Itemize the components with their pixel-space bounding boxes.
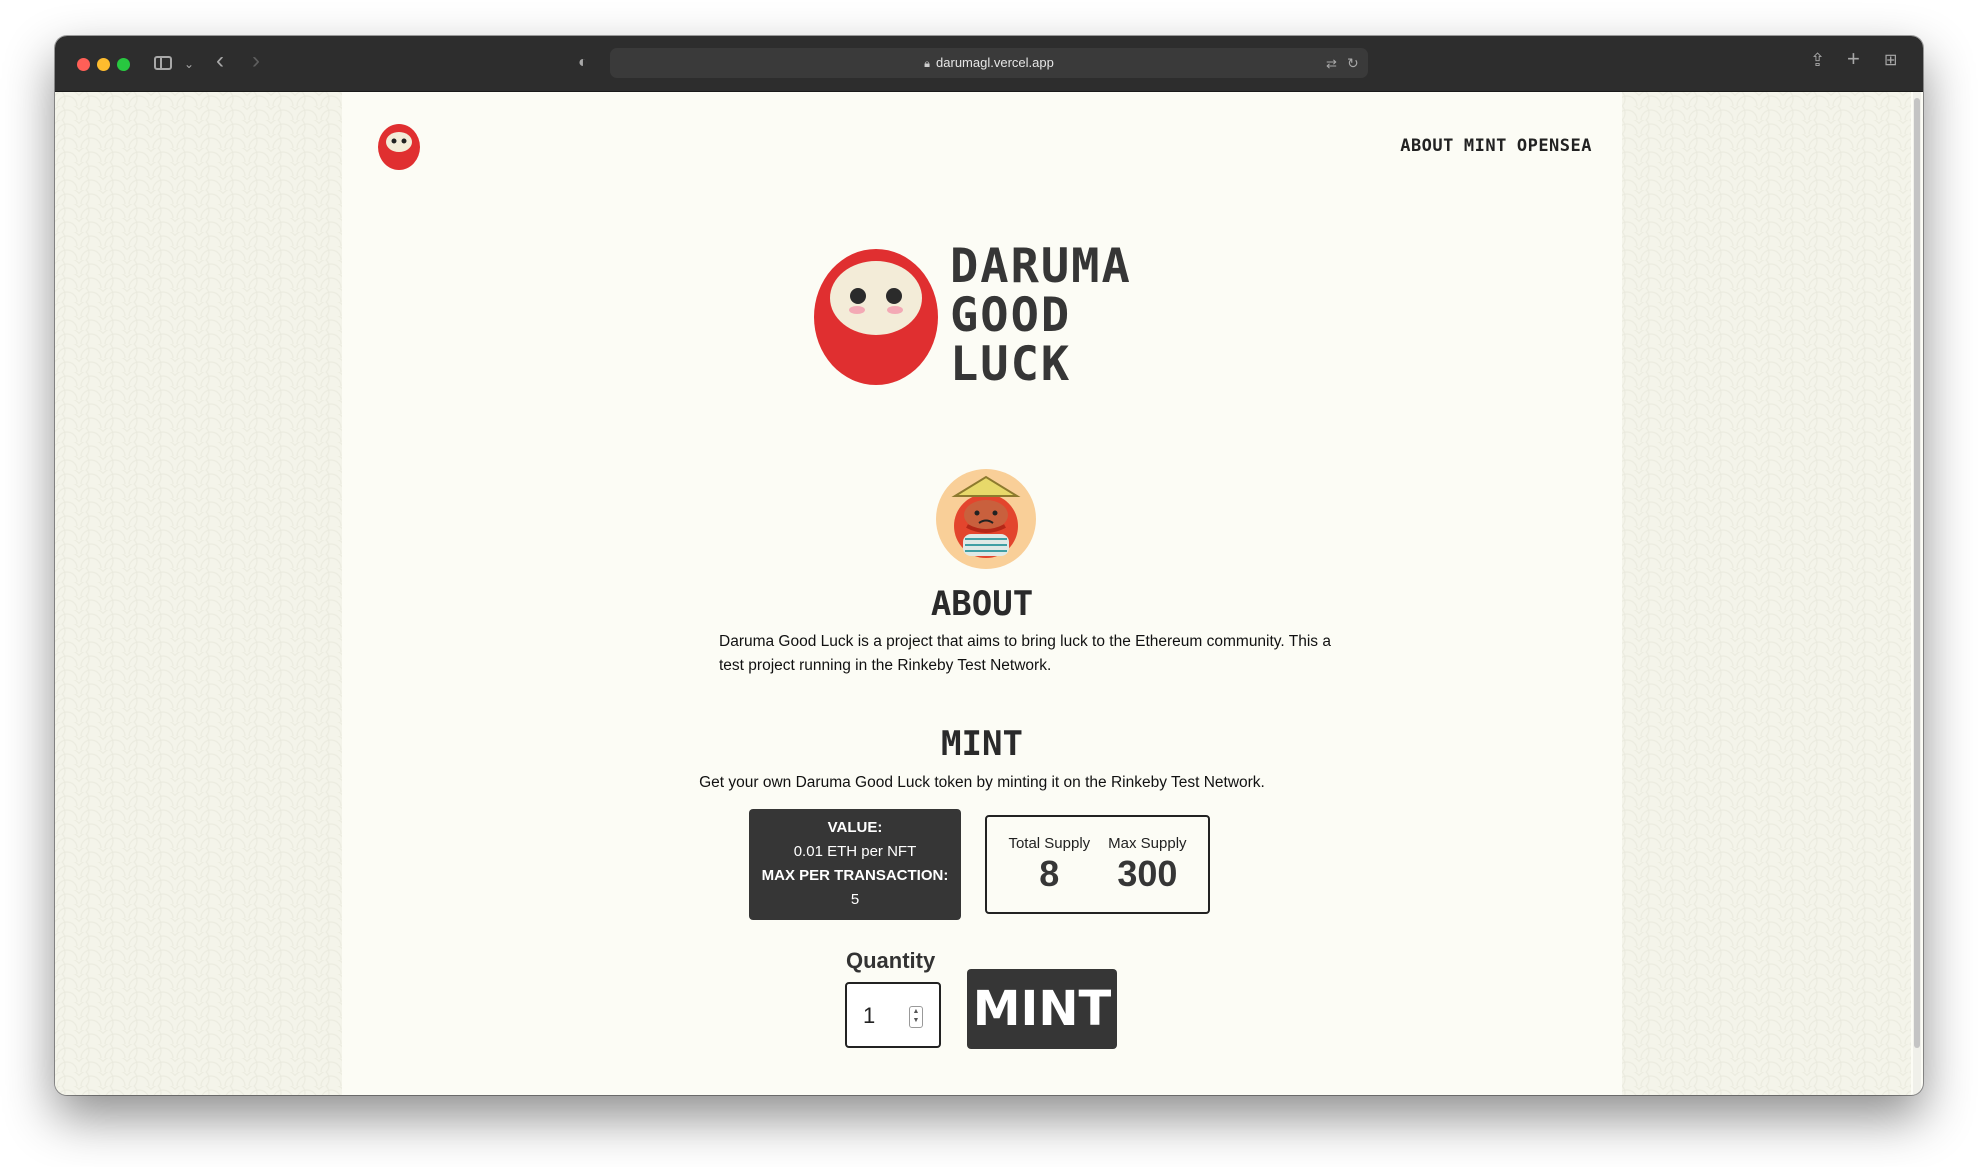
translate-icon[interactable]: ⇄: [1326, 54, 1337, 74]
daruma-logo-icon[interactable]: [377, 121, 421, 171]
max-supply-label: Max Supply: [1108, 835, 1187, 852]
value-info-box: VALUE: 0.01 ETH per NFT MAX PER TRANSACT…: [749, 809, 961, 920]
hero-title: DARUMA GOOD LUCK: [950, 242, 1132, 389]
sidebar-icon[interactable]: [154, 56, 172, 70]
hero-title-line: GOOD: [950, 288, 1072, 343]
mint-heading: MINT: [941, 724, 1023, 764]
share-icon[interactable]: ⇪: [1810, 50, 1825, 70]
daruma-hero-icon: [814, 249, 938, 385]
hero-title-line: LUCK: [950, 337, 1072, 392]
back-icon[interactable]: ‹: [216, 49, 224, 73]
chevron-down-icon[interactable]: ⌄: [184, 54, 194, 74]
max-supply-value: 300: [1117, 853, 1178, 894]
browser-toolbar: ⌄ ‹ › ◐ 🔒︎ darumagl.vercel.app ⇄ ↻ ⇪ + ⊞: [55, 36, 1923, 92]
url-text: 🔒︎ darumagl.vercel.app: [610, 55, 1368, 71]
nav-about[interactable]: ABOUT: [1400, 136, 1454, 156]
close-window-button[interactable]: [77, 58, 90, 71]
value-text: 0.01 ETH per NFT: [793, 843, 917, 860]
max-per-transaction-value: 5: [850, 891, 860, 908]
max-supply: Max Supply 300: [1108, 835, 1186, 912]
shield-icon[interactable]: ◐: [578, 53, 588, 73]
top-nav: ABOUT MINT OPENSEA: [1400, 136, 1592, 156]
zoom-window-button[interactable]: [117, 58, 130, 71]
quantity-stepper[interactable]: 1 ▲ ▼: [845, 982, 941, 1048]
reload-icon[interactable]: ↻: [1347, 53, 1359, 73]
daruma-nft-avatar: [936, 469, 1036, 569]
quantity-value: 1: [863, 1003, 876, 1028]
value-label: VALUE:: [827, 819, 883, 836]
minimize-window-button[interactable]: [97, 58, 110, 71]
browser-window: ⌄ ‹ › ◐ 🔒︎ darumagl.vercel.app ⇄ ↻ ⇪ + ⊞ …: [55, 36, 1923, 1095]
nav-mint[interactable]: MINT: [1464, 136, 1507, 156]
page-viewport: ABOUT MINT OPENSEA DARUMA GOOD LUCK ABOU…: [55, 92, 1911, 1095]
total-supply-value: 8: [1039, 853, 1060, 894]
total-supply: Total Supply 8: [1008, 835, 1090, 912]
lock-icon: 🔒︎: [924, 58, 931, 70]
new-tab-icon[interactable]: +: [1847, 48, 1860, 70]
stepper-arrows-icon[interactable]: ▲ ▼: [909, 1006, 923, 1028]
forward-icon[interactable]: ›: [252, 49, 260, 73]
about-heading: ABOUT: [930, 584, 1034, 624]
supply-box: Total Supply 8 Max Supply 300: [985, 815, 1210, 914]
total-supply-label: Total Supply: [1008, 835, 1091, 852]
tab-overview-icon[interactable]: ⊞: [1884, 51, 1897, 71]
mint-button[interactable]: MINT: [967, 969, 1117, 1049]
quantity-label: Quantity: [846, 948, 936, 973]
hero-title-line: DARUMA: [950, 239, 1132, 294]
scrollbar-thumb[interactable]: [1914, 98, 1920, 1048]
max-per-transaction-label: MAX PER TRANSACTION:: [761, 867, 949, 884]
about-text: Daruma Good Luck is a project that aims …: [719, 633, 1331, 674]
nav-opensea[interactable]: OPENSEA: [1517, 136, 1592, 156]
address-bar[interactable]: 🔒︎ darumagl.vercel.app ⇄ ↻: [610, 48, 1368, 78]
page-container: ABOUT MINT OPENSEA DARUMA GOOD LUCK ABOU…: [342, 92, 1622, 1095]
url-value: darumagl.vercel.app: [936, 55, 1054, 70]
mint-description: Get your own Daruma Good Luck token by m…: [699, 774, 1265, 791]
